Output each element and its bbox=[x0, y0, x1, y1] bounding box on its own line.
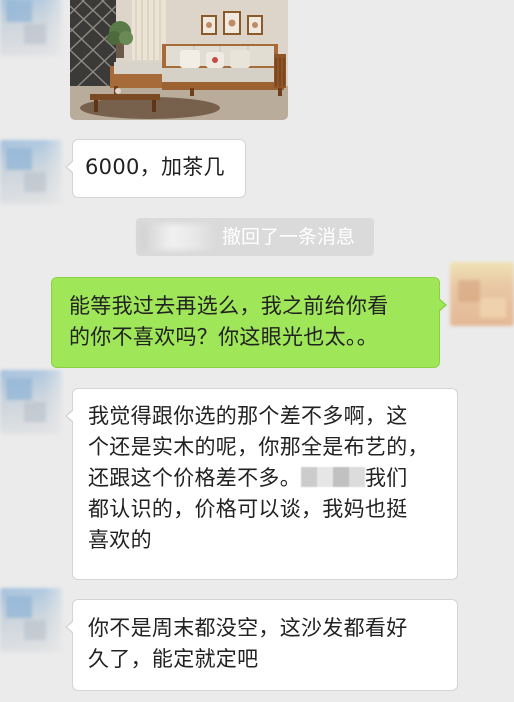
message-text-segment: 我们 bbox=[365, 466, 408, 490]
message-text-line: 个还是实木的呢，你那全是布艺的， bbox=[88, 435, 429, 459]
message-text: 6000，加茶几 bbox=[85, 155, 225, 179]
message-text-line: 能等我过去再选么，我之前给你看 bbox=[69, 294, 389, 318]
message-text-line: 喜欢的 bbox=[88, 528, 152, 552]
message-bubble-incoming[interactable]: 我觉得跟你选的那个差不多啊，这 个还是实木的呢，你那全是布艺的， 还跟这个价格差… bbox=[65, 388, 458, 580]
message-bubble-incoming[interactable]: 你不是周末都没空，这沙发都看好 久了，能定就定吧 bbox=[65, 599, 458, 691]
message-text-line: 的你不喜欢吗？你这眼光也太。。 bbox=[69, 325, 378, 349]
message-text-line: 都认识的，价格可以谈，我妈也挺 bbox=[88, 497, 408, 521]
contact-avatar[interactable] bbox=[0, 0, 62, 56]
contact-avatar[interactable] bbox=[0, 588, 62, 652]
contact-avatar[interactable] bbox=[0, 140, 62, 204]
contact-avatar[interactable] bbox=[0, 370, 62, 434]
recall-notice: 撤回了一条消息 bbox=[136, 218, 374, 256]
sofa-photo bbox=[70, 0, 288, 120]
message-text-line: 久了，能定就定吧 bbox=[88, 647, 259, 671]
sofa-photo-message[interactable] bbox=[70, 0, 288, 120]
message-bubble-outgoing[interactable]: 能等我过去再选么，我之前给你看 的你不喜欢吗？你这眼光也太。。 bbox=[51, 277, 447, 368]
message-text-line: 你不是周末都没空，这沙发都看好 bbox=[88, 616, 408, 640]
message-text-line: 还跟这个价格差不多。 我们 bbox=[88, 463, 457, 494]
message-text-line: 我觉得跟你选的那个差不多啊，这 bbox=[88, 404, 408, 428]
recall-notice-text: 撤回了一条消息 bbox=[222, 226, 356, 248]
message-text-segment: 还跟这个价格差不多。 bbox=[88, 466, 301, 490]
mosaic-redaction bbox=[301, 467, 365, 487]
message-bubble-incoming[interactable]: 6000，加茶几 bbox=[65, 139, 246, 198]
my-avatar[interactable] bbox=[450, 262, 514, 326]
blurred-contact-name bbox=[140, 224, 218, 250]
